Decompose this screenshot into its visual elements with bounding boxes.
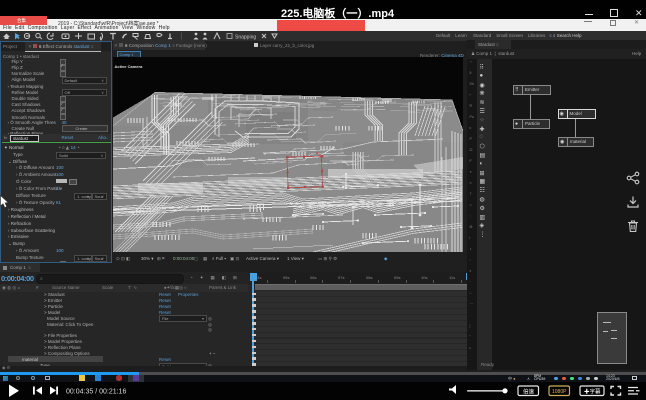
svg-text:1080P: 1080P	[552, 389, 567, 395]
svg-text:00:04:35 / 00:21:16: 00:04:35 / 00:21:16	[66, 388, 126, 395]
svg-text:Active Camera: Active Camera	[115, 64, 144, 69]
svg-text:Snapping: Snapping	[235, 34, 256, 40]
svg-text:✚字幕: ✚字幕	[584, 387, 601, 395]
svg-text:倍速: 倍速	[523, 387, 535, 395]
